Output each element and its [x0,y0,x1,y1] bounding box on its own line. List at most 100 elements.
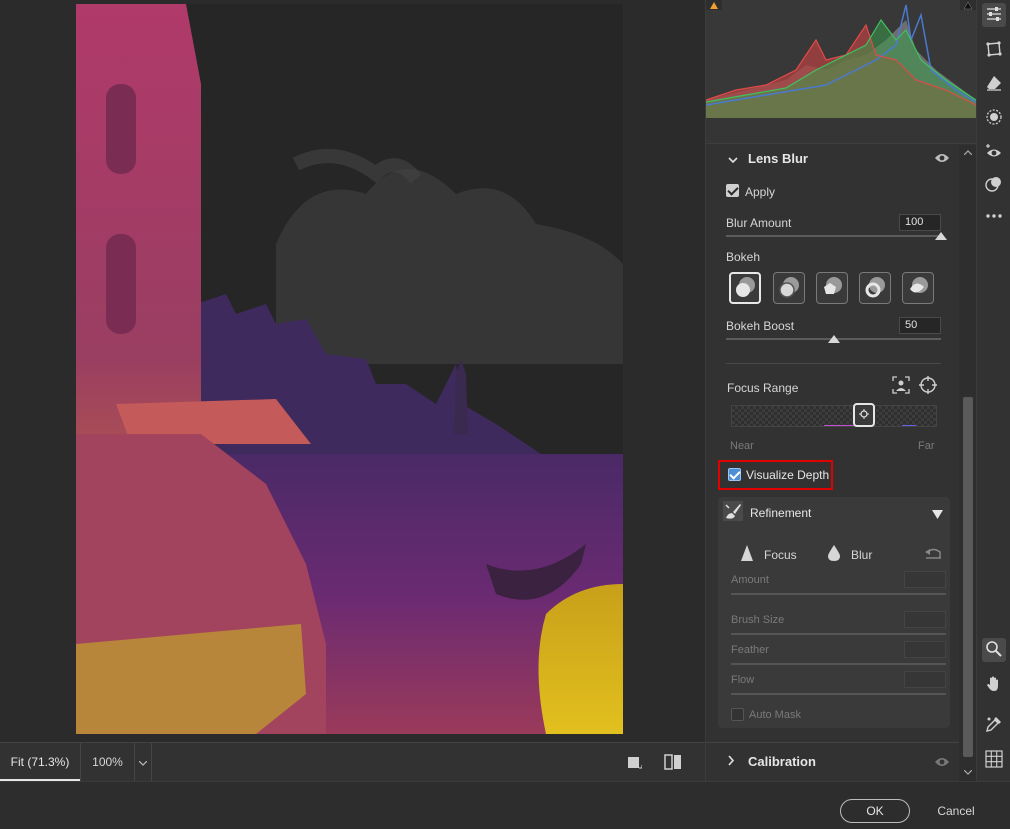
bokeh-circle-button[interactable] [729,272,761,304]
hand-icon [985,675,1003,696]
amount-slider [731,593,946,595]
divider [726,363,941,364]
presets-tool-button[interactable] [982,173,1006,197]
focus-range-handle[interactable] [853,403,875,427]
apply-checkbox[interactable] [726,184,739,197]
zoom-100-button[interactable]: 100% [80,743,134,781]
subject-focus-icon[interactable] [892,376,910,397]
eye-icon[interactable] [934,756,950,768]
flow-label: Flow [731,674,755,686]
brush-icon [723,501,743,524]
depth-visualization-image [76,4,623,734]
crop-icon [985,40,1003,61]
target-focus-icon[interactable] [919,376,937,397]
remove-tool-button[interactable] [982,72,1006,96]
chevron-down-icon [728,153,738,167]
refinement-panel: Refinement Focus Blur Amount Brush Size [718,497,950,728]
feather-label: Feather [731,644,769,656]
scroll-up-icon[interactable] [963,147,973,157]
flow-input [904,671,946,688]
ok-button[interactable]: OK [840,799,910,823]
blur-brush-label[interactable]: Blur [851,548,872,562]
sliders-icon [985,5,1003,26]
masking-tool-button[interactable] [982,106,1006,130]
bokeh-cat-eye-icon [906,275,930,302]
chevron-right-icon [728,755,735,769]
sampler-tool-button[interactable] [982,713,1006,737]
bokeh-cat-eye-button[interactable] [902,272,934,304]
blur-amount-input[interactable]: 100 [899,214,941,231]
calibration-title: Calibration [748,754,816,769]
amount-input [904,571,946,588]
flow-slider [731,693,946,695]
near-label: Near [730,440,754,452]
preview-image[interactable] [76,4,623,734]
auto-mask-checkbox [731,708,744,721]
tool-strip [976,0,1010,781]
visualize-depth-label[interactable]: Visualize Depth [746,468,829,482]
zoom-fit-button[interactable]: Fit (71.3%) [0,743,80,781]
bokeh-boost-label: Bokeh Boost [726,319,795,333]
bokeh-bubble-button[interactable] [773,272,805,304]
lens-blur-title: Lens Blur [748,150,808,166]
refinement-title: Refinement [750,506,812,520]
crop-tool-button[interactable] [982,38,1006,62]
split-view-icon [663,753,683,774]
camera-raw-window: Fit (71.3%) 100% Lens Blur Apply Blur Am… [0,0,1010,829]
triangle-down-icon[interactable] [932,508,943,522]
bokeh-5-blade-button[interactable] [816,272,848,304]
edit-tool-button[interactable] [982,3,1006,27]
blur-brush-icon[interactable] [828,545,840,564]
bokeh-bubble-icon [777,275,801,302]
visualize-depth-checkbox[interactable] [728,468,741,481]
view-mode-button[interactable] [624,753,644,773]
bokeh-label: Bokeh [726,250,761,264]
magnifier-icon [985,640,1003,661]
zoom-tool-button[interactable] [982,638,1006,662]
mask-icon [985,108,1003,129]
feather-slider [731,663,946,665]
zoom-dropdown-button[interactable] [134,743,152,781]
red-eye-tool-button[interactable] [982,141,1006,165]
brush-size-slider [731,633,946,635]
more-icon [985,208,1003,222]
before-after-button[interactable] [663,753,683,773]
blur-amount-slider[interactable] [726,235,941,237]
brush-size-label: Brush Size [731,614,785,626]
feather-input [904,641,946,658]
focus-brush-icon[interactable] [741,545,753,564]
scroll-thumb[interactable] [963,397,973,757]
bokeh-circle-icon [733,275,757,302]
panel-scrollbar[interactable] [959,145,977,781]
blur-amount-slider-thumb[interactable] [935,232,947,240]
focus-brush-label[interactable]: Focus [764,548,797,562]
red-eye-icon [985,143,1003,164]
calibration-header[interactable]: Calibration [706,742,959,780]
bokeh-ring-button[interactable] [859,272,891,304]
bokeh-boost-input[interactable]: 50 [899,317,941,334]
cancel-button[interactable]: Cancel [926,799,986,823]
reset-icon[interactable] [924,546,942,563]
grid-toggle-button[interactable] [982,748,1006,772]
far-label: Far [918,440,935,452]
hand-tool-button[interactable] [982,673,1006,697]
scroll-down-icon[interactable] [963,767,973,777]
bokeh-boost-slider-thumb[interactable] [827,335,840,343]
eyedropper-icon [985,715,1003,736]
zoom-bar: Fit (71.3%) 100% [0,742,705,781]
bokeh-blade-icon [820,275,844,302]
more-tools-button[interactable] [982,203,1006,227]
presets-icon [985,175,1003,196]
amount-label: Amount [731,574,769,586]
single-view-icon [626,754,643,773]
apply-label: Apply [745,185,776,199]
refinement-header[interactable]: Refinement [718,497,950,527]
histogram-footer [706,118,976,144]
lens-blur-header[interactable]: Lens Blur [706,145,959,171]
eye-icon[interactable] [934,152,950,164]
image-canvas[interactable] [0,0,705,742]
histogram [706,0,976,118]
blur-amount-label: Blur Amount [726,216,792,230]
focus-range-bar[interactable] [731,405,937,427]
auto-mask-label: Auto Mask [749,709,801,721]
